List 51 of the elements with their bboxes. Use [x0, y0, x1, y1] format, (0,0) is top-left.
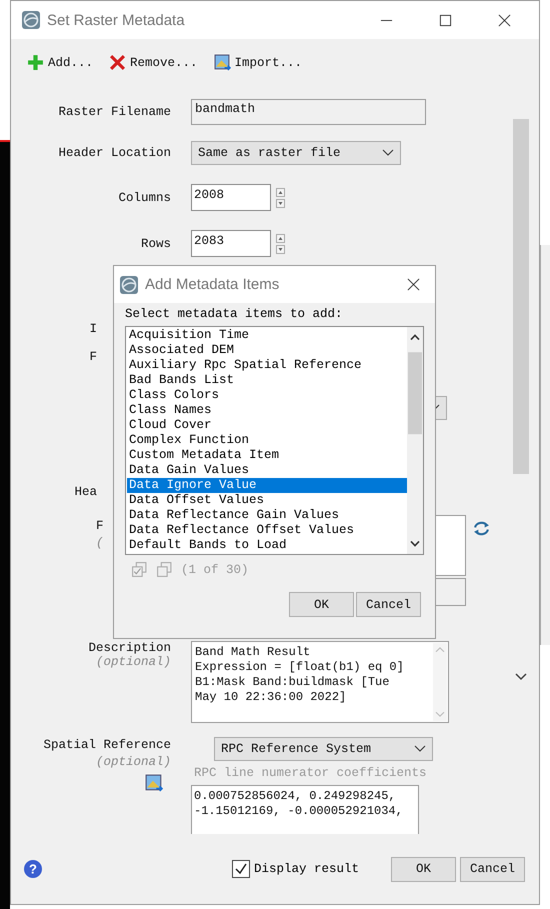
field-label: I	[88, 322, 97, 336]
checkbox-label: Display result	[254, 862, 359, 876]
number-field[interactable]: 2083	[191, 230, 271, 257]
description-text-area[interactable]: Band Math Result Expression = [float(b1) eq 0] B1:Mask Band:buildmask [Tue May 10 22:36:00 2022]	[191, 641, 449, 723]
dialog-button[interactable]: OK	[289, 592, 354, 617]
list-item[interactable]: Associated DEM	[127, 343, 407, 358]
list-item[interactable]: Data Reflectance Gain Values	[127, 508, 407, 523]
toolbar-button[interactable]: Remove...	[109, 52, 198, 73]
list-item[interactable]: Data Reflectance Offset Values	[127, 523, 407, 538]
field-label: Columns	[117, 190, 171, 204]
toolbar-button[interactable]: Import...	[214, 52, 302, 73]
field-label: F	[96, 518, 104, 535]
help-icon[interactable]: ?	[23, 859, 43, 879]
field-label: Rows	[140, 236, 171, 250]
spatial-reference-dropdown[interactable]: RPC Reference System	[214, 737, 433, 761]
item-count: (1 of 30)	[181, 562, 249, 576]
list-item[interactable]: Complex Function	[127, 433, 407, 448]
display-result-checkbox[interactable]: Display result	[232, 860, 359, 878]
dialog-button[interactable]: Cancel	[356, 592, 421, 617]
list-item[interactable]: Acquisition Time	[127, 328, 407, 343]
toolbar-button[interactable]: Add...	[27, 52, 94, 73]
filename-field[interactable]: bandmath	[191, 99, 426, 125]
list-item[interactable]: Data Offset Values	[127, 493, 407, 508]
window-title: Set Raster Metadata	[47, 12, 185, 28]
dialog-title: Add Metadata Items	[145, 276, 280, 293]
number-field[interactable]: 2008	[191, 184, 271, 211]
field-label: Spatial Reference	[43, 737, 171, 754]
field-label: Hea	[73, 485, 97, 499]
field-label: F	[88, 350, 97, 364]
header-location-dropdown[interactable]: Same as raster file	[191, 141, 401, 165]
list-item[interactable]: Cloud Cover	[127, 418, 407, 433]
description-text: Band Math Result Expression = [float(b1) eq 0] B1:Mask Band:buildmask [Tue May 10 22:36:00 2022]	[195, 645, 404, 706]
dialog-button[interactable]: Cancel	[460, 856, 525, 882]
field-label: Description	[88, 641, 171, 655]
list-item[interactable]: Class Names	[127, 403, 407, 418]
field-label: Header Location	[57, 146, 171, 160]
list-item[interactable]: Custom Metadata Item	[127, 448, 407, 463]
optional-hint: (	[96, 535, 104, 552]
coefficients-label: RPC line numerator coefficients	[194, 766, 428, 780]
list-item[interactable]: Data Ignore Value	[127, 478, 407, 493]
field-label: Raster Filename	[57, 105, 171, 119]
optional-hint: (optional)	[96, 655, 171, 669]
list-item[interactable]: Class Colors	[127, 388, 407, 403]
list-item[interactable]: Data Gain Values	[127, 463, 407, 478]
coefficients-text-area[interactable]: 0.000752856024, 0.249298245, -1.15012169, -0.000052921034,	[191, 785, 419, 834]
prompt-text: Select metadata items to add:	[125, 307, 344, 321]
dialog-button[interactable]: OK	[391, 856, 456, 882]
optional-hint: (optional)	[96, 754, 171, 771]
list-item[interactable]: Default Bands to Load	[127, 538, 407, 553]
list-item[interactable]: Auxiliary Rpc Spatial Reference	[127, 358, 407, 373]
list-item[interactable]: Bad Bands List	[127, 373, 407, 388]
